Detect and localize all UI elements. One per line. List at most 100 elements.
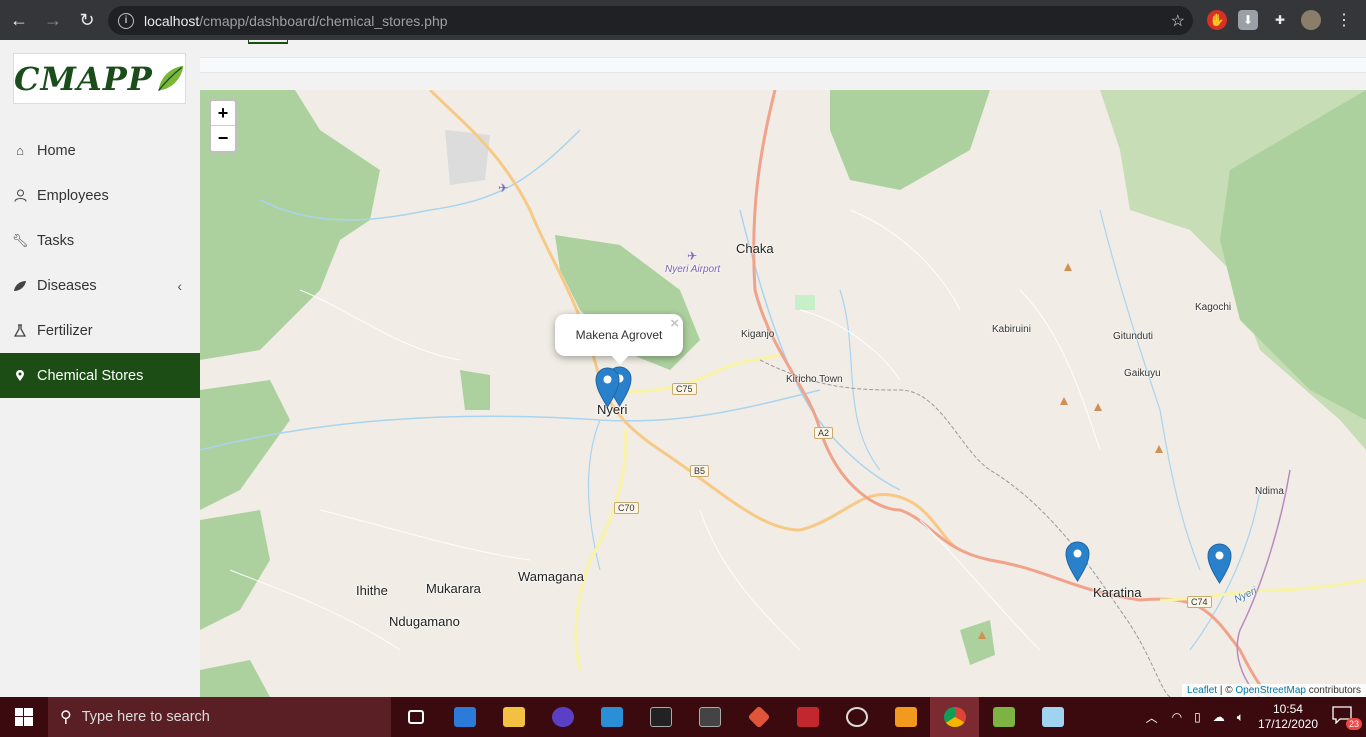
sidebar-item-diseases[interactable]: Diseases ‹	[0, 263, 200, 308]
map-attribution: Leaflet | © OpenStreetMap contributors	[1182, 684, 1366, 697]
chrome-icon[interactable]	[930, 697, 979, 737]
page-header	[200, 40, 1366, 90]
extension-red-icon[interactable]: ✋	[1207, 10, 1227, 30]
chevron-left-icon[interactable]: ‹	[177, 278, 182, 294]
map[interactable]: ✈ ✈ + − Chaka Nyeri Airport Kiganjo Kiri…	[200, 90, 1366, 697]
zoom-in-button[interactable]: +	[211, 101, 235, 126]
terminal-2-icon[interactable]	[685, 697, 734, 737]
place-label: Gaikuyu	[1124, 368, 1161, 379]
browser-toolbar: ← → ↻ i localhost/cmapp/dashboard/chemic…	[0, 0, 1366, 40]
forward-icon[interactable]: →	[38, 5, 68, 35]
bookmark-star-icon[interactable]: ☆	[1171, 11, 1185, 31]
sidebar-item-label: Fertilizer	[37, 322, 93, 339]
windows-start-icon[interactable]	[0, 697, 48, 737]
clock[interactable]: 10:54 17/12/2020	[1258, 702, 1318, 732]
place-label: Gitunduti	[1113, 331, 1154, 342]
store-marker[interactable]	[1207, 543, 1232, 584]
leaf-logo-icon	[157, 65, 184, 91]
svg-text:✈: ✈	[687, 249, 697, 263]
attribution-separator: | ©	[1217, 685, 1236, 696]
taskbar: ⚲ Type here to search ︿ ◠ ▯ ☁ 🔈︎ 10:54 1…	[0, 697, 1366, 737]
vscode-icon[interactable]	[587, 697, 636, 737]
close-icon[interactable]: ×	[670, 315, 679, 332]
marker-popup: Makena Agrovet ×	[555, 314, 683, 365]
place-label: Kiricho Town	[786, 374, 843, 385]
leaflet-link[interactable]: Leaflet	[1187, 685, 1217, 696]
taskbar-search[interactable]: ⚲ Type here to search	[48, 697, 391, 737]
clock-date: 17/12/2020	[1257, 717, 1318, 731]
place-label: Ihithe	[356, 583, 388, 598]
terminal-icon[interactable]	[636, 697, 685, 737]
sidebar-item-label: Employees	[37, 187, 109, 204]
place-label: Nyeri Airport	[665, 264, 721, 275]
app-icon-web[interactable]	[832, 697, 881, 737]
menu-dots-icon[interactable]: ⋮	[1334, 10, 1354, 30]
sidebar-item-home[interactable]: ⌂ Home	[0, 128, 200, 173]
chevron-up-icon[interactable]: ︿	[1146, 709, 1158, 726]
file-explorer-icon[interactable]	[489, 697, 538, 737]
search-placeholder: Type here to search	[81, 709, 210, 725]
app-icon-eclipse[interactable]	[538, 697, 587, 737]
store-marker[interactable]	[595, 367, 620, 408]
sidebar-item-label: Diseases	[37, 277, 97, 294]
place-label: Wamagana	[518, 569, 584, 584]
puzzle-icon[interactable]: ✚	[1270, 10, 1290, 30]
app-icon-news[interactable]	[440, 697, 489, 737]
user-icon	[12, 189, 28, 202]
leaf-icon	[12, 280, 28, 292]
wrench-icon: 🔧︎	[11, 232, 29, 248]
notification-center-icon[interactable]: 23	[1332, 706, 1362, 730]
header-tab-indicator	[248, 40, 288, 44]
address-bar[interactable]: i localhost/cmapp/dashboard/chemical_sto…	[108, 6, 1193, 35]
logo[interactable]: CMAPP	[13, 53, 186, 104]
place-label: Ndima	[1255, 486, 1284, 497]
flask-icon	[12, 324, 28, 337]
app-icon-layers[interactable]	[979, 697, 1028, 737]
search-icon: ⚲	[60, 709, 72, 726]
volume-icon[interactable]: 🔈︎	[1237, 710, 1244, 725]
road-shield: C74	[1187, 596, 1212, 608]
svg-text:✈: ✈	[498, 181, 508, 195]
osm-link[interactable]: OpenStreetMap	[1235, 685, 1306, 696]
back-icon[interactable]: ←	[4, 5, 34, 35]
zoom-control: + −	[209, 99, 237, 153]
info-icon[interactable]: i	[118, 12, 134, 29]
sidebar-item-tasks[interactable]: 🔧︎ Tasks	[0, 218, 200, 263]
sidebar-item-label: Tasks	[37, 232, 75, 249]
attribution-text: contributors	[1305, 685, 1361, 696]
notification-badge: 23	[1345, 718, 1362, 730]
reload-icon[interactable]: ↻	[72, 5, 102, 35]
home-icon: ⌂	[16, 143, 24, 158]
git-icon[interactable]	[734, 697, 783, 737]
place-label: Kiganjo	[741, 329, 775, 340]
store-marker[interactable]	[1065, 541, 1090, 582]
wifi-icon[interactable]: ◠	[1172, 710, 1182, 724]
battery-icon[interactable]: ▯	[1194, 710, 1201, 724]
sidebar-item-label: Home	[37, 142, 76, 159]
logo-text: CMAPP	[14, 59, 153, 98]
road-shield: C70	[614, 502, 639, 514]
popup-content: Makena Agrovet	[575, 328, 663, 342]
cloud-icon[interactable]: ☁	[1213, 710, 1225, 724]
sidebar-item-fertilizer[interactable]: Fertilizer	[0, 308, 200, 353]
app-icon-notes[interactable]	[1028, 697, 1077, 737]
sidebar-item-employees[interactable]: Employees	[0, 173, 200, 218]
extension-download-icon[interactable]: ⬇	[1238, 10, 1258, 30]
zoom-out-button[interactable]: −	[211, 126, 235, 151]
map-marker-icon	[12, 369, 28, 382]
profile-avatar[interactable]	[1301, 10, 1321, 30]
task-view-icon[interactable]	[391, 697, 440, 737]
clock-time: 10:54	[1272, 702, 1303, 716]
arduino-icon[interactable]	[783, 697, 832, 737]
sidebar-menu: ⌂ Home Employees 🔧︎ Tasks Diseases ‹ Fer…	[0, 128, 200, 398]
place-label: Karatina	[1093, 585, 1142, 600]
url-path: /cmapp/dashboard/chemical_stores.php	[199, 12, 448, 29]
sidebar-item-chemical-stores[interactable]: Chemical Stores	[0, 353, 200, 398]
sidebar-item-label: Chemical Stores	[37, 367, 144, 384]
road-shield: C75	[672, 383, 697, 395]
system-tray: ︿ ◠ ▯ ☁ 🔈︎ 10:54 17/12/2020 23	[1138, 697, 1366, 737]
place-label: Kagochi	[1195, 302, 1232, 313]
place-label: Chaka	[736, 241, 774, 256]
place-label: Kabiruini	[992, 324, 1031, 335]
sublime-icon[interactable]	[881, 697, 930, 737]
